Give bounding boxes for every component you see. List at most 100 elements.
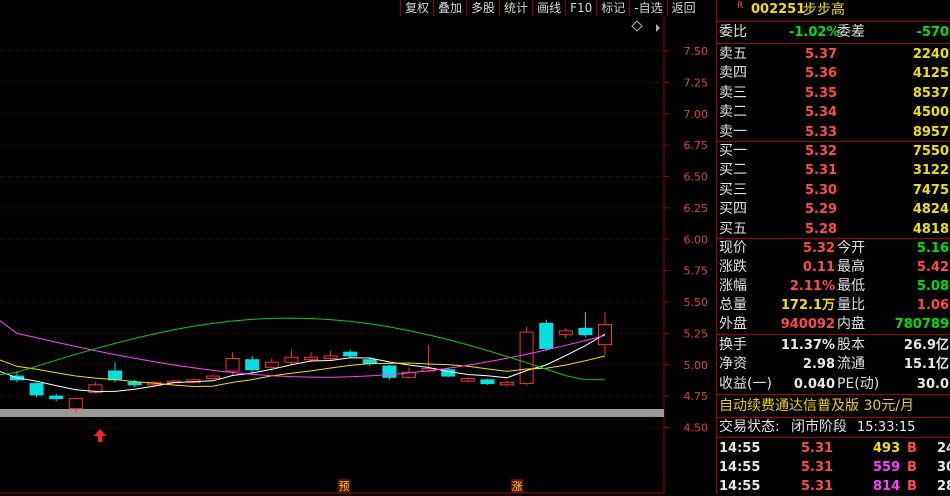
commission-diff: -570	[916, 25, 949, 40]
candle-body	[49, 395, 64, 400]
bid-volume: 7475	[912, 182, 949, 198]
y-tick-label: 6.50	[684, 171, 709, 184]
ask-volume: 8957	[912, 124, 949, 140]
candle-body	[500, 381, 514, 386]
ask-row: 卖四 5.36 4125	[717, 64, 950, 83]
stock-code: 002251	[751, 2, 806, 17]
toolbar-btn-1[interactable]: 叠加	[433, 0, 466, 16]
quote-label: 内盘	[837, 316, 865, 332]
candle-body	[382, 365, 397, 378]
ask-price: 5.37	[805, 47, 838, 62]
tick-price: 5.31	[801, 460, 834, 475]
ask-label: 卖五	[719, 46, 747, 62]
bid-price: 5.31	[805, 163, 838, 179]
ask-volume: 8537	[912, 85, 949, 101]
y-tick-label: 7.50	[684, 45, 709, 58]
quote-label: 涨跌	[719, 259, 747, 275]
y-tick-label: 4.50	[684, 422, 709, 435]
toolbar-btn-5[interactable]: F10	[565, 0, 596, 16]
stock-header: R 002251 步步高	[717, 0, 950, 20]
tick-side: B	[907, 479, 917, 494]
ask-label: 卖二	[719, 104, 747, 121]
y-tick-label: 5.50	[684, 296, 709, 309]
promo-link[interactable]: 自动续费通达信普及版 30元/月	[717, 396, 950, 416]
tick-volume: 559	[873, 460, 901, 475]
ma-line-ma20	[0, 320, 606, 378]
candle-body	[68, 398, 83, 410]
toolbar-btn-2[interactable]: 多股	[466, 0, 499, 16]
signal-marker: 预	[339, 480, 350, 493]
bid-row: 买三 5.30 7475	[717, 181, 950, 200]
toolbar-btn-0[interactable]: 复权	[400, 0, 433, 16]
y-tick-label: 6.75	[684, 139, 709, 152]
candle-body	[127, 381, 142, 386]
quote-label: 总量	[719, 297, 747, 313]
quote-value: 5.32	[802, 241, 835, 256]
tick-count: 30	[937, 460, 950, 475]
y-tick-label: 5.75	[684, 265, 709, 278]
ask-price: 5.36	[805, 66, 838, 82]
candle-body	[519, 331, 534, 385]
fund-value: 2.98	[802, 357, 835, 373]
toolbar-btn-8[interactable]: 返回	[666, 0, 700, 16]
bid-volume: 3122	[912, 163, 949, 179]
candlestick-chart[interactable]: 7.50 7.25 7.00 6.75 6.50 6.25 6.00 5.75 5.50 5.25…	[0, 17, 715, 494]
toolbar-btn-7[interactable]: -自选	[629, 0, 666, 16]
candle-body	[206, 375, 220, 380]
y-tick-label: 5.25	[684, 327, 709, 340]
toolbar-btn-3[interactable]: 统计	[499, 0, 532, 16]
bid-price: 5.32	[805, 144, 838, 159]
ask-price: 5.33	[805, 124, 838, 140]
quote-row: 总量 172.1万 量比 1.06	[717, 296, 950, 315]
fund-value: 0.040	[793, 376, 835, 392]
quote-value: 780789	[894, 317, 949, 332]
toolbar-btn-4[interactable]: 画线	[532, 0, 565, 16]
y-tick-label: 7.25	[684, 76, 709, 89]
bid-row: 买一 5.32 7550	[717, 142, 950, 161]
fund-row: 收益(一) 0.040 PE(动) 30.0	[717, 375, 950, 394]
ask-label: 卖一	[719, 123, 747, 140]
stock-name: 步步高	[803, 2, 845, 18]
ask-row: 卖五 5.37 2240	[717, 45, 950, 64]
quote-label: 现价	[719, 240, 747, 256]
y-tick-label: 6.00	[684, 233, 709, 246]
quote-label: 涨幅	[719, 278, 747, 294]
candle-body	[480, 379, 495, 385]
tick-volume: 493	[873, 441, 901, 456]
fund-label: PE(动)	[837, 375, 880, 392]
bid-row: 买四 5.29 4824	[717, 200, 950, 219]
ask-label: 卖三	[719, 84, 747, 101]
right-arrow-icon	[656, 24, 660, 32]
ma-line-ma5	[0, 333, 606, 392]
candle-body	[578, 327, 593, 336]
ask-label: 卖四	[719, 65, 747, 82]
tick-row: 14:55 5.31 559 B 30	[717, 458, 950, 477]
tick-time: 14:55	[719, 479, 761, 494]
y-tick-label: 7.00	[684, 108, 709, 121]
bid-label: 买一	[719, 143, 747, 159]
trade-status: 交易状态: 闭市阶段 15:33:15	[719, 419, 916, 435]
candle-body	[284, 356, 299, 363]
commission-ratio: -1.02%	[789, 25, 840, 40]
y-tick-label: 4.75	[684, 390, 709, 403]
ask-volume: 2240	[912, 47, 949, 62]
quote-row: 现价 5.32 今开 5.16	[717, 239, 950, 258]
bid-volume: 7550	[912, 144, 949, 159]
tick-row: 14:55 5.31 814 B 28	[717, 477, 950, 496]
y-tick-label: 6.25	[684, 202, 709, 215]
ask-row: 卖三 5.35 8537	[717, 84, 950, 103]
toolbar-btn-6[interactable]: 标记	[596, 0, 629, 16]
quote-label: 量比	[837, 297, 865, 313]
quote-value: 5.08	[916, 279, 949, 294]
fund-value: 30.0	[916, 376, 949, 392]
ask-volume: 4125	[912, 66, 949, 82]
candle-body	[245, 359, 260, 371]
tick-price: 5.31	[801, 479, 834, 494]
candle-body	[108, 370, 122, 381]
tick-row: 14:55 5.31 493 B 24	[717, 439, 950, 458]
tick-side: B	[907, 441, 917, 456]
ask-row: 卖二 5.34 4500	[717, 103, 950, 122]
quote-label: 最低	[837, 278, 865, 294]
ask-row: 卖一 5.33 8957	[717, 123, 950, 142]
commission-row: 委比 -1.02% 委差 -570	[719, 24, 949, 40]
